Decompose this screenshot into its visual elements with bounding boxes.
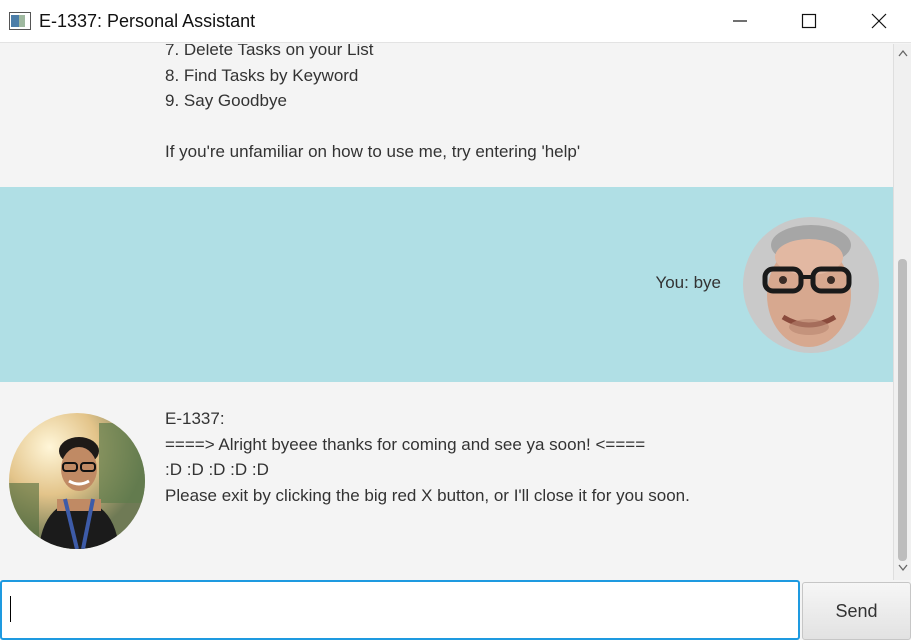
app-window-icon: [9, 12, 31, 30]
close-icon: [871, 13, 887, 29]
chat-scroll-pane[interactable]: 7. Delete Tasks on your List 8. Find Tas…: [0, 44, 893, 580]
user-avatar: [743, 217, 879, 353]
input-row: Send: [0, 580, 911, 640]
send-button[interactable]: Send: [802, 582, 911, 640]
vertical-scrollbar[interactable]: [893, 44, 911, 580]
user-message-row: You: bye: [0, 187, 893, 382]
scroll-thumb[interactable]: [898, 259, 907, 561]
minimize-button[interactable]: [717, 0, 763, 42]
minimize-icon: [733, 20, 747, 22]
close-button[interactable]: [856, 0, 902, 42]
maximize-button[interactable]: [786, 0, 832, 42]
text-caret: [10, 596, 11, 622]
message-input[interactable]: [0, 580, 800, 640]
scroll-down-arrow-icon[interactable]: [898, 564, 908, 572]
bot-reply-message: E-1337: ====> Alright byeee thanks for c…: [165, 409, 690, 505]
bot-avatar: [9, 413, 145, 549]
scroll-up-arrow-icon[interactable]: [898, 49, 908, 57]
bot-help-message: 7. Delete Tasks on your List 8. Find Tas…: [165, 44, 581, 161]
maximize-icon: [801, 13, 817, 29]
window-title: E-1337: Personal Assistant: [39, 11, 256, 31]
title-bar: E-1337: Personal Assistant: [0, 0, 911, 43]
user-message-text: You: bye: [655, 273, 721, 292]
